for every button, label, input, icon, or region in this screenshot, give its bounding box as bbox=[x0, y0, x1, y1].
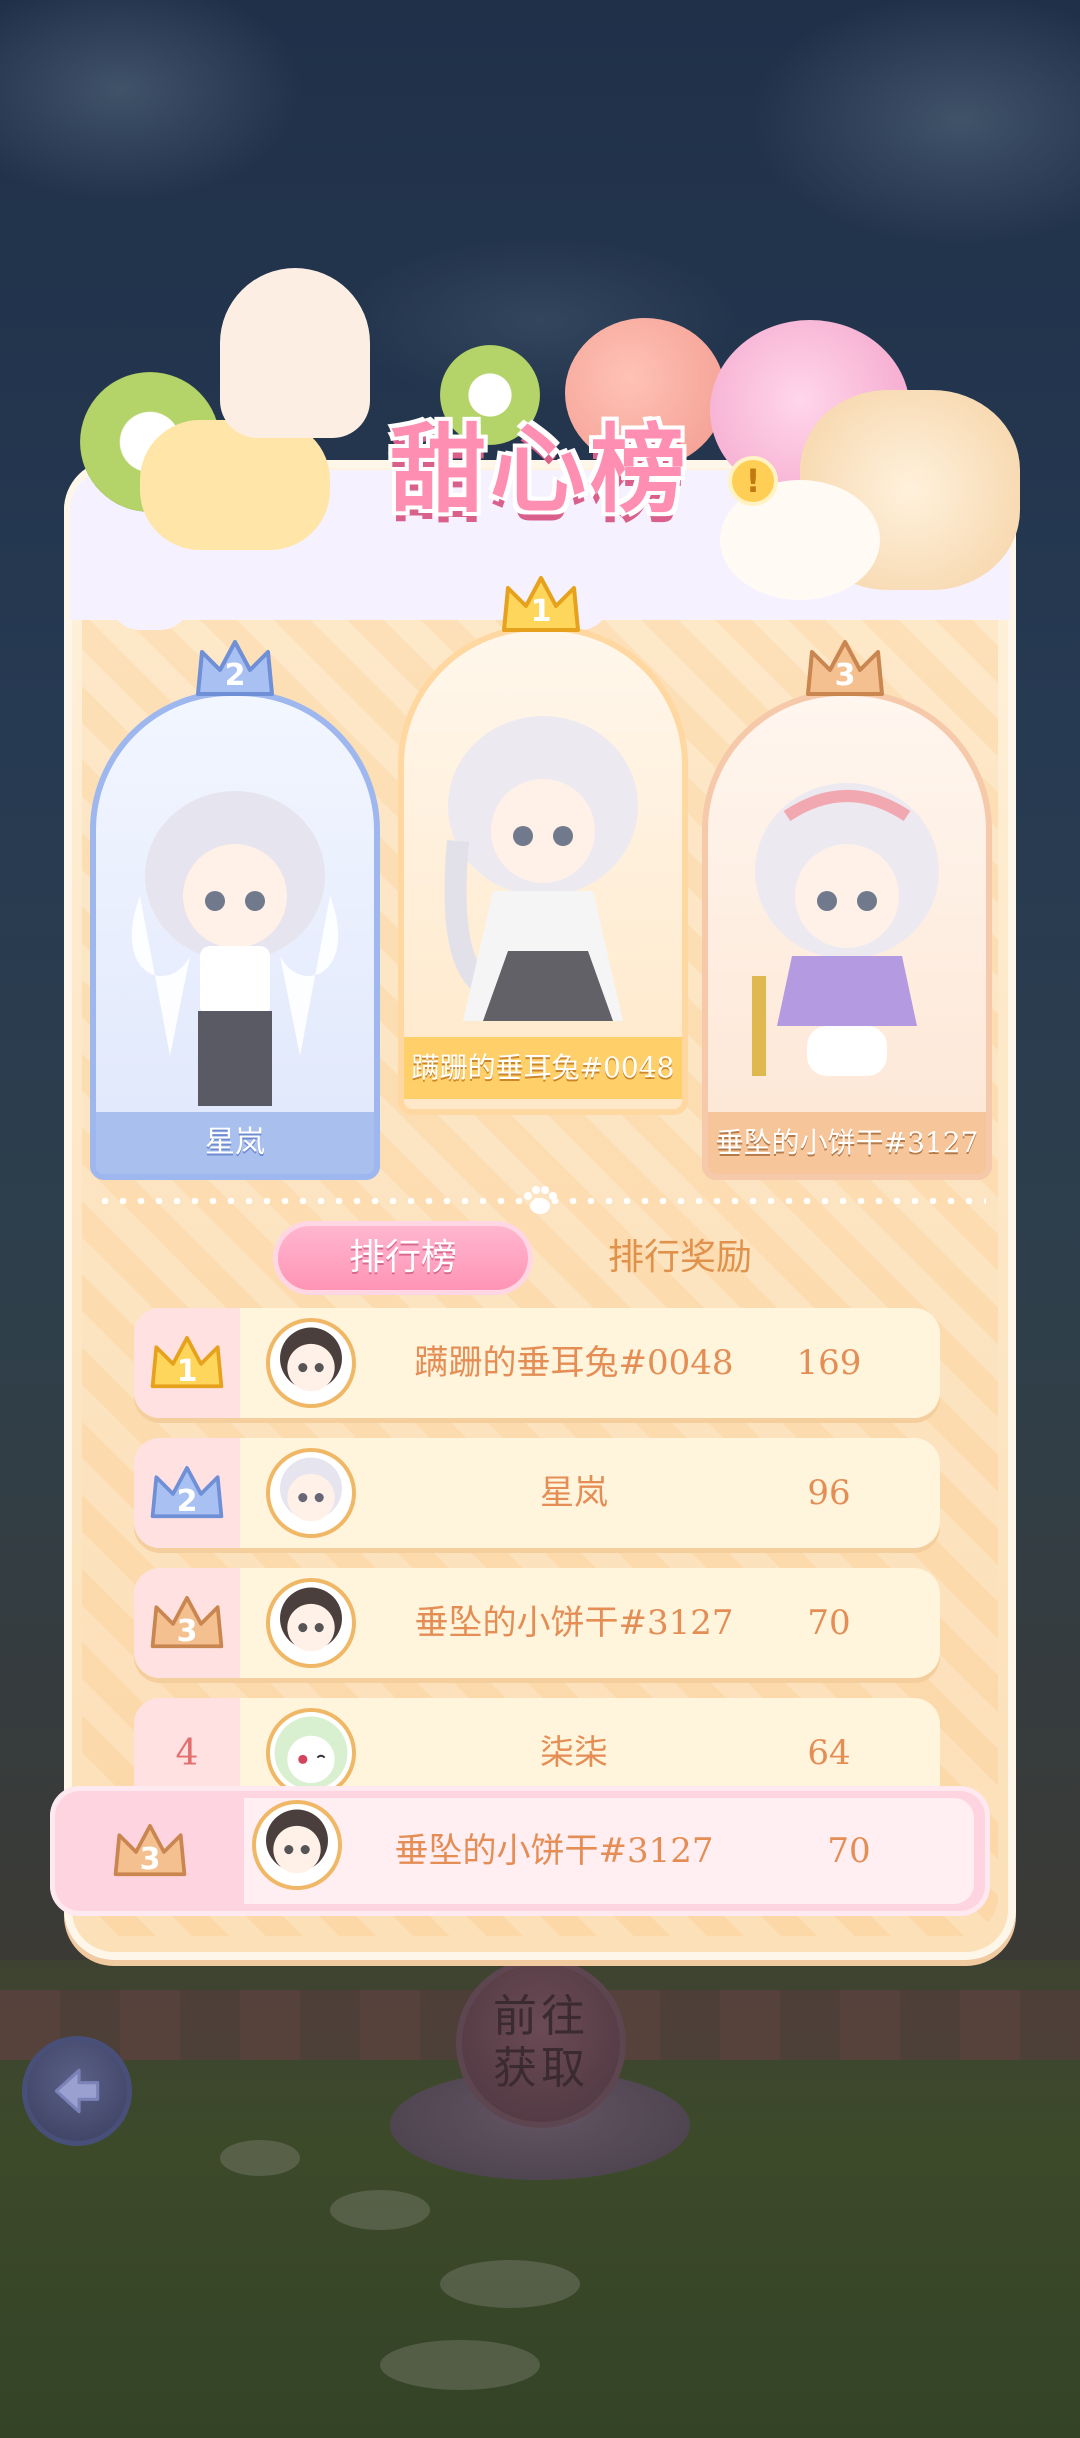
tab-ranking-rewards[interactable]: 排行奖励 bbox=[555, 1226, 805, 1290]
podium-card-1[interactable]: 蹒跚的垂耳兔#0048 bbox=[398, 625, 688, 1115]
player-name: 垂坠的小饼干#3127 bbox=[394, 1831, 714, 1871]
table-row[interactable]: 2 星岚 96 bbox=[134, 1438, 940, 1548]
crown-icon-silver: 2 bbox=[147, 1462, 227, 1524]
podium-name: 星岚 bbox=[96, 1112, 374, 1174]
podium-card-2[interactable]: 星岚 bbox=[90, 690, 380, 1180]
frosting-drip bbox=[110, 570, 190, 630]
player-name: 星岚 bbox=[540, 1473, 608, 1513]
goto-label: 前往 获取 bbox=[493, 1991, 589, 2094]
tab-ranking[interactable]: 排行榜 bbox=[278, 1226, 528, 1290]
podium-name: 蹒跚的垂耳兔#0048 bbox=[404, 1037, 682, 1099]
crown-rank: 1 bbox=[530, 594, 552, 629]
rank-cell: 2 bbox=[134, 1438, 240, 1548]
table-row[interactable]: 1 蹒跚的垂耳兔#0048 169 bbox=[134, 1308, 940, 1418]
player-score: 70 bbox=[807, 1603, 851, 1643]
stone bbox=[380, 2340, 540, 2390]
player-score: 70 bbox=[827, 1831, 871, 1871]
character-avatar bbox=[752, 783, 939, 1076]
character-avatar bbox=[131, 791, 339, 1106]
frosting-drip bbox=[300, 570, 370, 620]
table-row[interactable]: 3 垂坠的小饼干#3127 70 bbox=[134, 1568, 940, 1678]
player-score: 96 bbox=[807, 1473, 851, 1513]
stone bbox=[220, 2140, 300, 2176]
player-name: 蹒跚的垂耳兔#0048 bbox=[414, 1343, 734, 1383]
crown-rank: 2 bbox=[176, 1484, 198, 1519]
crown-icon-gold: 1 bbox=[147, 1332, 227, 1394]
crown-icon-bronze: 3 bbox=[147, 1592, 227, 1654]
avatar bbox=[252, 1800, 342, 1890]
crown-rank: 3 bbox=[834, 658, 856, 693]
avatar bbox=[266, 1448, 356, 1538]
rank-cell: 3 bbox=[70, 1786, 230, 1916]
podium-name: 垂坠的小饼干#3127 bbox=[708, 1112, 986, 1174]
player-name: 垂坠的小饼干#3127 bbox=[414, 1603, 734, 1643]
character-avatar bbox=[444, 716, 638, 1021]
crown-icon-gold: 1 bbox=[498, 572, 584, 638]
crown-icon-bronze: 3 bbox=[802, 636, 888, 702]
crown-icon-silver: 2 bbox=[192, 636, 278, 702]
paw-icon bbox=[524, 1186, 557, 1214]
podium-card-3[interactable]: 垂坠的小饼干#3127 bbox=[702, 690, 992, 1180]
crown-rank: 1 bbox=[176, 1354, 198, 1389]
arrow-left-icon bbox=[54, 2068, 100, 2114]
avatar bbox=[266, 1578, 356, 1668]
avatar bbox=[266, 1708, 356, 1798]
avatar bbox=[266, 1318, 356, 1408]
info-icon[interactable]: ! bbox=[728, 456, 778, 506]
rank-cell: 1 bbox=[134, 1308, 240, 1418]
player-score: 169 bbox=[796, 1343, 862, 1383]
goto-button[interactable]: 前往 获取 bbox=[456, 1958, 626, 2128]
cat-cake-deco bbox=[140, 420, 330, 550]
stone bbox=[440, 2260, 580, 2308]
back-button[interactable] bbox=[22, 2036, 132, 2146]
crown-icon-bronze: 3 bbox=[110, 1820, 190, 1882]
crown-rank: 3 bbox=[139, 1842, 161, 1877]
stone bbox=[330, 2190, 430, 2230]
my-rank-row[interactable]: 3 垂坠的小饼干#3127 70 bbox=[50, 1786, 990, 1916]
crown-rank: 2 bbox=[224, 658, 246, 693]
rank-cell: 3 bbox=[134, 1568, 240, 1678]
rank-number: 4 bbox=[175, 1732, 199, 1774]
crown-rank: 3 bbox=[176, 1614, 198, 1649]
page-title: 甜心榜 bbox=[390, 414, 690, 526]
my-rank-content: 垂坠的小饼干#3127 70 bbox=[244, 1798, 974, 1904]
